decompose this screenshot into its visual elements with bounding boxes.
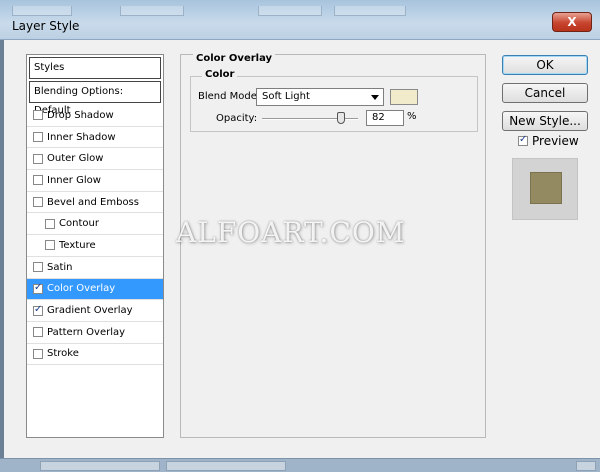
opacity-percent-unit: %	[407, 111, 417, 122]
opacity-input[interactable]: 82	[366, 110, 404, 126]
background-window-tab	[12, 6, 72, 16]
style-item-outer-glow[interactable]: Outer Glow	[27, 148, 163, 171]
style-item-label: Pattern Overlay	[47, 326, 126, 338]
style-item-label: Drop Shadow	[47, 109, 114, 121]
opacity-slider-thumb[interactable]	[336, 112, 345, 124]
ok-button[interactable]: OK	[502, 55, 588, 75]
style-checkbox[interactable]	[33, 348, 43, 359]
cancel-button[interactable]: Cancel	[502, 83, 588, 103]
style-item-contour[interactable]: Contour	[27, 213, 163, 236]
style-item-gradient-overlay[interactable]: Gradient Overlay	[27, 300, 163, 322]
color-subgroup-title: Color	[202, 69, 238, 80]
style-item-bevel-and-emboss[interactable]: Bevel and Emboss	[27, 192, 163, 214]
blend-mode-value: Soft Light	[262, 91, 310, 102]
style-checkbox[interactable]	[33, 132, 43, 143]
style-item-label: Contour	[59, 218, 99, 230]
style-checkbox[interactable]	[33, 197, 43, 208]
style-checkbox[interactable]	[33, 327, 43, 338]
preview-label: Preview	[532, 134, 579, 148]
background-window-tab	[258, 6, 322, 16]
taskbar-item	[40, 461, 160, 471]
style-item-label: Satin	[47, 261, 73, 273]
preview-checkbox[interactable]	[518, 134, 528, 146]
preview-toggle[interactable]: Preview	[518, 134, 579, 148]
blend-mode-select[interactable]: Soft Light	[256, 88, 384, 106]
style-checkbox[interactable]	[33, 153, 43, 164]
blending-options-item[interactable]: Blending Options: Default	[29, 81, 161, 116]
style-item-label: Inner Glow	[47, 174, 101, 186]
blend-mode-label: Blend Mode:	[198, 91, 261, 102]
style-item-satin[interactable]: Satin	[27, 257, 163, 279]
overlay-color-swatch[interactable]	[390, 89, 418, 105]
style-item-label: Gradient Overlay	[47, 305, 133, 317]
style-item-label: Texture	[59, 239, 96, 251]
style-checkbox[interactable]	[33, 304, 43, 316]
close-button[interactable]: X	[552, 12, 592, 32]
style-checkbox[interactable]	[45, 218, 55, 229]
taskbar-strip	[0, 458, 600, 472]
style-item-stroke[interactable]: Stroke	[27, 344, 163, 366]
background-window-tab	[334, 6, 406, 16]
preview-swatch	[530, 172, 562, 204]
style-item-label: Stroke	[47, 348, 79, 360]
style-checkbox[interactable]	[45, 240, 55, 251]
style-item-label: Outer Glow	[47, 153, 104, 165]
style-checkbox[interactable]	[33, 110, 43, 121]
style-checkbox[interactable]	[33, 262, 43, 273]
style-item-label: Color Overlay	[47, 283, 116, 295]
styles-list: Styles Blending Options: Default Drop Sh…	[26, 54, 164, 438]
background-window-tab	[120, 6, 184, 16]
style-item-inner-shadow[interactable]: Inner Shadow	[27, 127, 163, 149]
styles-header[interactable]: Styles	[29, 57, 161, 79]
watermark-text: ALFOART.COM	[176, 216, 406, 249]
style-item-label: Bevel and Emboss	[47, 196, 139, 208]
style-items: Drop Shadow Inner Shadow Outer Glow Inner G…	[27, 105, 163, 366]
taskbar-item	[576, 461, 596, 471]
taskbar-item	[166, 461, 286, 471]
style-item-inner-glow[interactable]: Inner Glow	[27, 170, 163, 192]
window-title: Layer Style	[12, 19, 80, 33]
style-item-pattern-overlay[interactable]: Pattern Overlay	[27, 322, 163, 344]
color-overlay-title: Color Overlay	[193, 53, 276, 64]
title-bar: Layer Style X	[0, 0, 600, 40]
opacity-label: Opacity:	[216, 113, 258, 124]
style-checkbox[interactable]	[33, 282, 43, 294]
close-icon: X	[567, 15, 577, 29]
new-style-button[interactable]: New Style...	[502, 111, 588, 131]
style-item-label: Inner Shadow	[47, 131, 116, 143]
style-checkbox[interactable]	[33, 175, 43, 186]
chevron-down-icon	[371, 95, 379, 100]
style-item-color-overlay[interactable]: Color Overlay	[27, 278, 163, 301]
style-item-texture[interactable]: Texture	[27, 235, 163, 257]
